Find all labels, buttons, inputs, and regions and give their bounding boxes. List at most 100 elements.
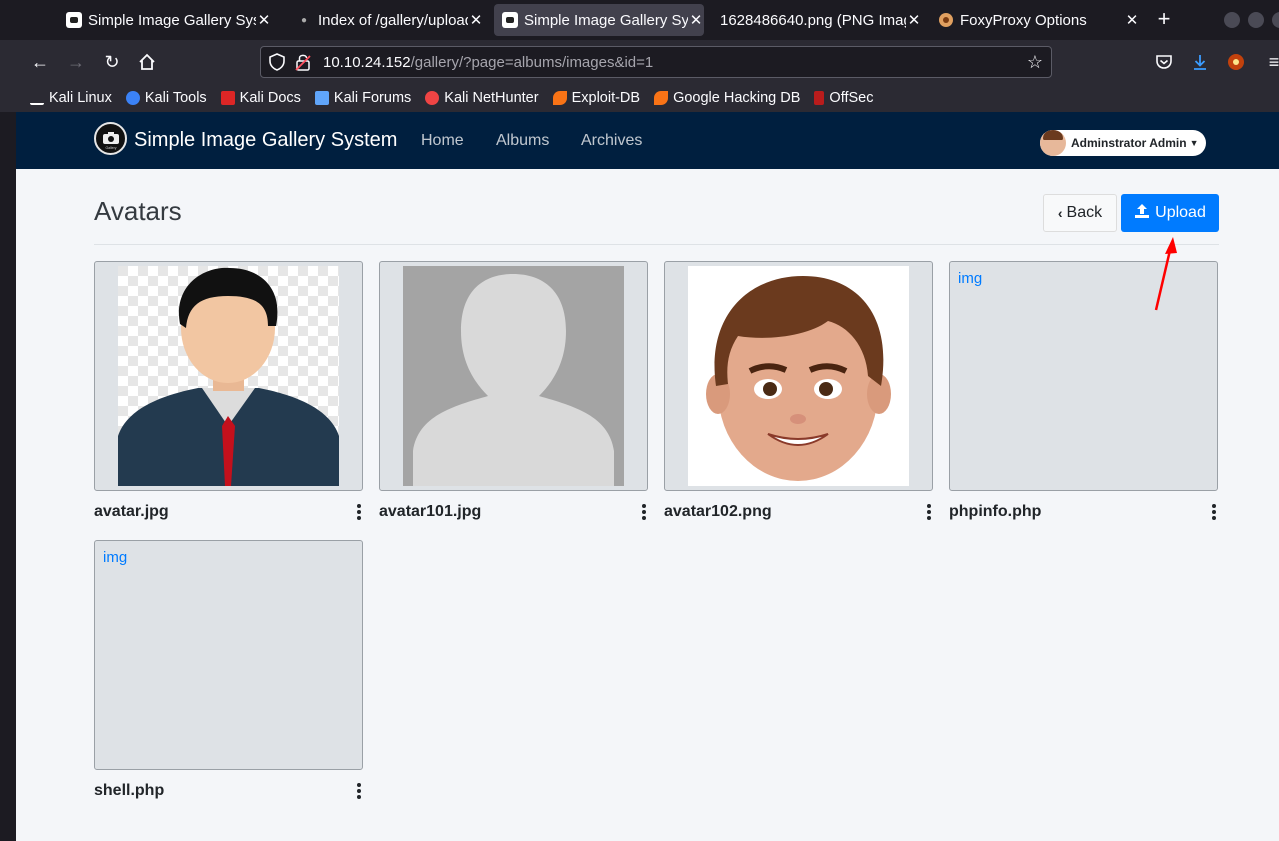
nav-home[interactable]: Home xyxy=(421,132,464,150)
close-icon[interactable]: ✕ xyxy=(688,11,704,29)
tab-gallery-1[interactable]: Simple Image Gallery Sys ✕ xyxy=(58,4,272,36)
image-name: phpinfo.php xyxy=(949,503,1042,520)
back-button[interactable]: ‹ Back xyxy=(1043,194,1117,232)
back-label: Back xyxy=(1066,204,1103,221)
image-card[interactable] xyxy=(94,261,363,491)
more-options-icon[interactable] xyxy=(1210,504,1218,520)
minimize-button[interactable] xyxy=(1224,12,1240,28)
user-name: Adminstrator Admin xyxy=(1071,136,1187,150)
broken-image-alt: img xyxy=(958,270,983,287)
close-icon[interactable]: ✕ xyxy=(468,11,484,29)
new-tab-button[interactable]: + xyxy=(1152,8,1176,32)
more-options-icon[interactable] xyxy=(925,504,933,520)
more-options-icon[interactable] xyxy=(640,504,648,520)
more-options-icon[interactable] xyxy=(355,504,363,520)
tab-foxyproxy[interactable]: FoxyProxy Options ✕ xyxy=(930,4,1140,36)
address-bar[interactable]: 10.10.24.152/gallery/?page=albums/images… xyxy=(260,46,1052,78)
upload-button[interactable]: Upload xyxy=(1121,194,1219,232)
ghdb-icon xyxy=(654,91,669,105)
web-page: Gallery Simple Image Gallery System Home… xyxy=(16,112,1279,841)
bookmark-label: Exploit-DB xyxy=(571,90,641,106)
kali-tools-icon xyxy=(125,91,140,105)
upload-label: Upload xyxy=(1155,204,1206,221)
nav-archives[interactable]: Archives xyxy=(581,132,642,150)
bookmark-label: Kali Forums xyxy=(333,90,412,106)
image-name: avatar102.png xyxy=(664,503,772,520)
url-host: 10.10.24.152 xyxy=(323,53,411,71)
tab-title: Index of /gallery/uploads xyxy=(318,11,468,29)
kali-docs-icon xyxy=(220,91,235,105)
desktop-edge xyxy=(0,112,16,841)
download-icon[interactable] xyxy=(1187,49,1213,75)
bookmark-kali-tools[interactable]: Kali Tools xyxy=(125,90,207,106)
menu-icon[interactable]: ≡ xyxy=(1261,49,1279,75)
navigation-toolbar: ← → ↻ 10.10.24.152/gallery/?page=albums/… xyxy=(0,40,1279,84)
foxyproxy-icon xyxy=(938,12,954,28)
exploit-db-icon xyxy=(552,91,567,105)
image-name: avatar.jpg xyxy=(94,503,169,520)
bookmark-google-hacking-db[interactable]: Google Hacking DB xyxy=(654,90,800,106)
image-name: shell.php xyxy=(94,782,165,799)
offsec-icon xyxy=(814,91,825,105)
bookmark-kali-forums[interactable]: Kali Forums xyxy=(314,90,412,106)
bookmark-kali-nethunter[interactable]: Kali NetHunter xyxy=(425,90,539,106)
bookmark-kali-linux[interactable]: Kali Linux xyxy=(30,90,112,106)
pocket-icon[interactable] xyxy=(1151,49,1177,75)
close-window-button[interactable] xyxy=(1272,12,1279,28)
bookmark-label: Kali Tools xyxy=(144,90,207,106)
bookmark-label: Kali Linux xyxy=(49,90,112,106)
close-icon[interactable]: ✕ xyxy=(906,11,922,29)
thumbnail-silhouette xyxy=(403,266,624,486)
reload-icon[interactable]: ↻ xyxy=(99,49,125,75)
more-options-icon[interactable] xyxy=(355,783,363,799)
user-menu[interactable]: Adminstrator Admin ▼ xyxy=(1040,130,1207,156)
upload-icon xyxy=(1134,203,1150,224)
tab-png-image[interactable]: 1628486640.png (PNG Imag ✕ xyxy=(712,4,922,36)
nav-albums[interactable]: Albums xyxy=(496,132,549,150)
logo-caption: Gallery xyxy=(105,146,116,150)
annotation-arrow-icon xyxy=(1154,237,1177,311)
star-icon[interactable]: ☆ xyxy=(1027,52,1043,73)
image-card[interactable] xyxy=(379,261,648,491)
page-title: Avatars xyxy=(94,196,182,226)
tab-strip: Simple Image Gallery Sys ✕ ● Index of /g… xyxy=(0,0,1279,40)
image-card[interactable] xyxy=(664,261,933,491)
thumbnail-cartoon-face xyxy=(688,266,909,486)
browser-window: Simple Image Gallery Sys ✕ ● Index of /g… xyxy=(0,0,1279,841)
url-path: /gallery/?page=albums/images&id=1 xyxy=(410,53,654,71)
bookmark-exploit-db[interactable]: Exploit-DB xyxy=(552,90,641,106)
camera-logo-icon[interactable]: Gallery xyxy=(94,122,127,155)
tab-gallery-active[interactable]: Simple Image Gallery Sys ✕ xyxy=(494,4,704,36)
dot-icon: ● xyxy=(300,14,308,26)
caret-down-icon: ▼ xyxy=(1189,138,1199,148)
broken-image-alt: img xyxy=(103,549,128,566)
close-icon[interactable]: ✕ xyxy=(256,11,272,29)
close-icon[interactable]: ✕ xyxy=(1124,11,1140,29)
bookmark-label: OffSec xyxy=(829,90,874,106)
home-icon[interactable] xyxy=(134,49,160,75)
bookmark-kali-docs[interactable]: Kali Docs xyxy=(220,90,301,106)
bookmark-label: Kali NetHunter xyxy=(444,90,539,106)
tab-title: 1628486640.png (PNG Imag xyxy=(720,11,906,29)
site-navbar: Gallery Simple Image Gallery System Home… xyxy=(16,112,1279,169)
extension-icon[interactable] xyxy=(1223,49,1249,75)
tab-uploads-index[interactable]: ● Index of /gallery/uploads ✕ xyxy=(288,4,484,36)
maximize-button[interactable] xyxy=(1248,12,1264,28)
back-arrow-icon[interactable]: ← xyxy=(27,49,53,75)
forward-arrow-icon[interactable]: → xyxy=(63,49,89,75)
bookmark-offsec[interactable]: OffSec xyxy=(814,90,873,106)
image-card[interactable]: img xyxy=(94,540,363,770)
site-brand[interactable]: Simple Image Gallery System xyxy=(134,129,397,152)
kali-forums-icon xyxy=(314,91,329,105)
gallery-icon xyxy=(66,12,82,28)
shield-icon[interactable] xyxy=(269,53,287,71)
divider xyxy=(94,244,1219,245)
tab-title: FoxyProxy Options xyxy=(960,11,1087,29)
tab-title: Simple Image Gallery Sys xyxy=(524,11,688,29)
image-name: avatar101.jpg xyxy=(379,503,482,520)
tab-title: Simple Image Gallery Sys xyxy=(88,11,256,29)
bookmark-label: Google Hacking DB xyxy=(673,90,801,106)
insecure-lock-icon[interactable] xyxy=(295,53,313,71)
gallery-icon xyxy=(502,12,518,28)
nethunter-icon xyxy=(425,91,440,105)
